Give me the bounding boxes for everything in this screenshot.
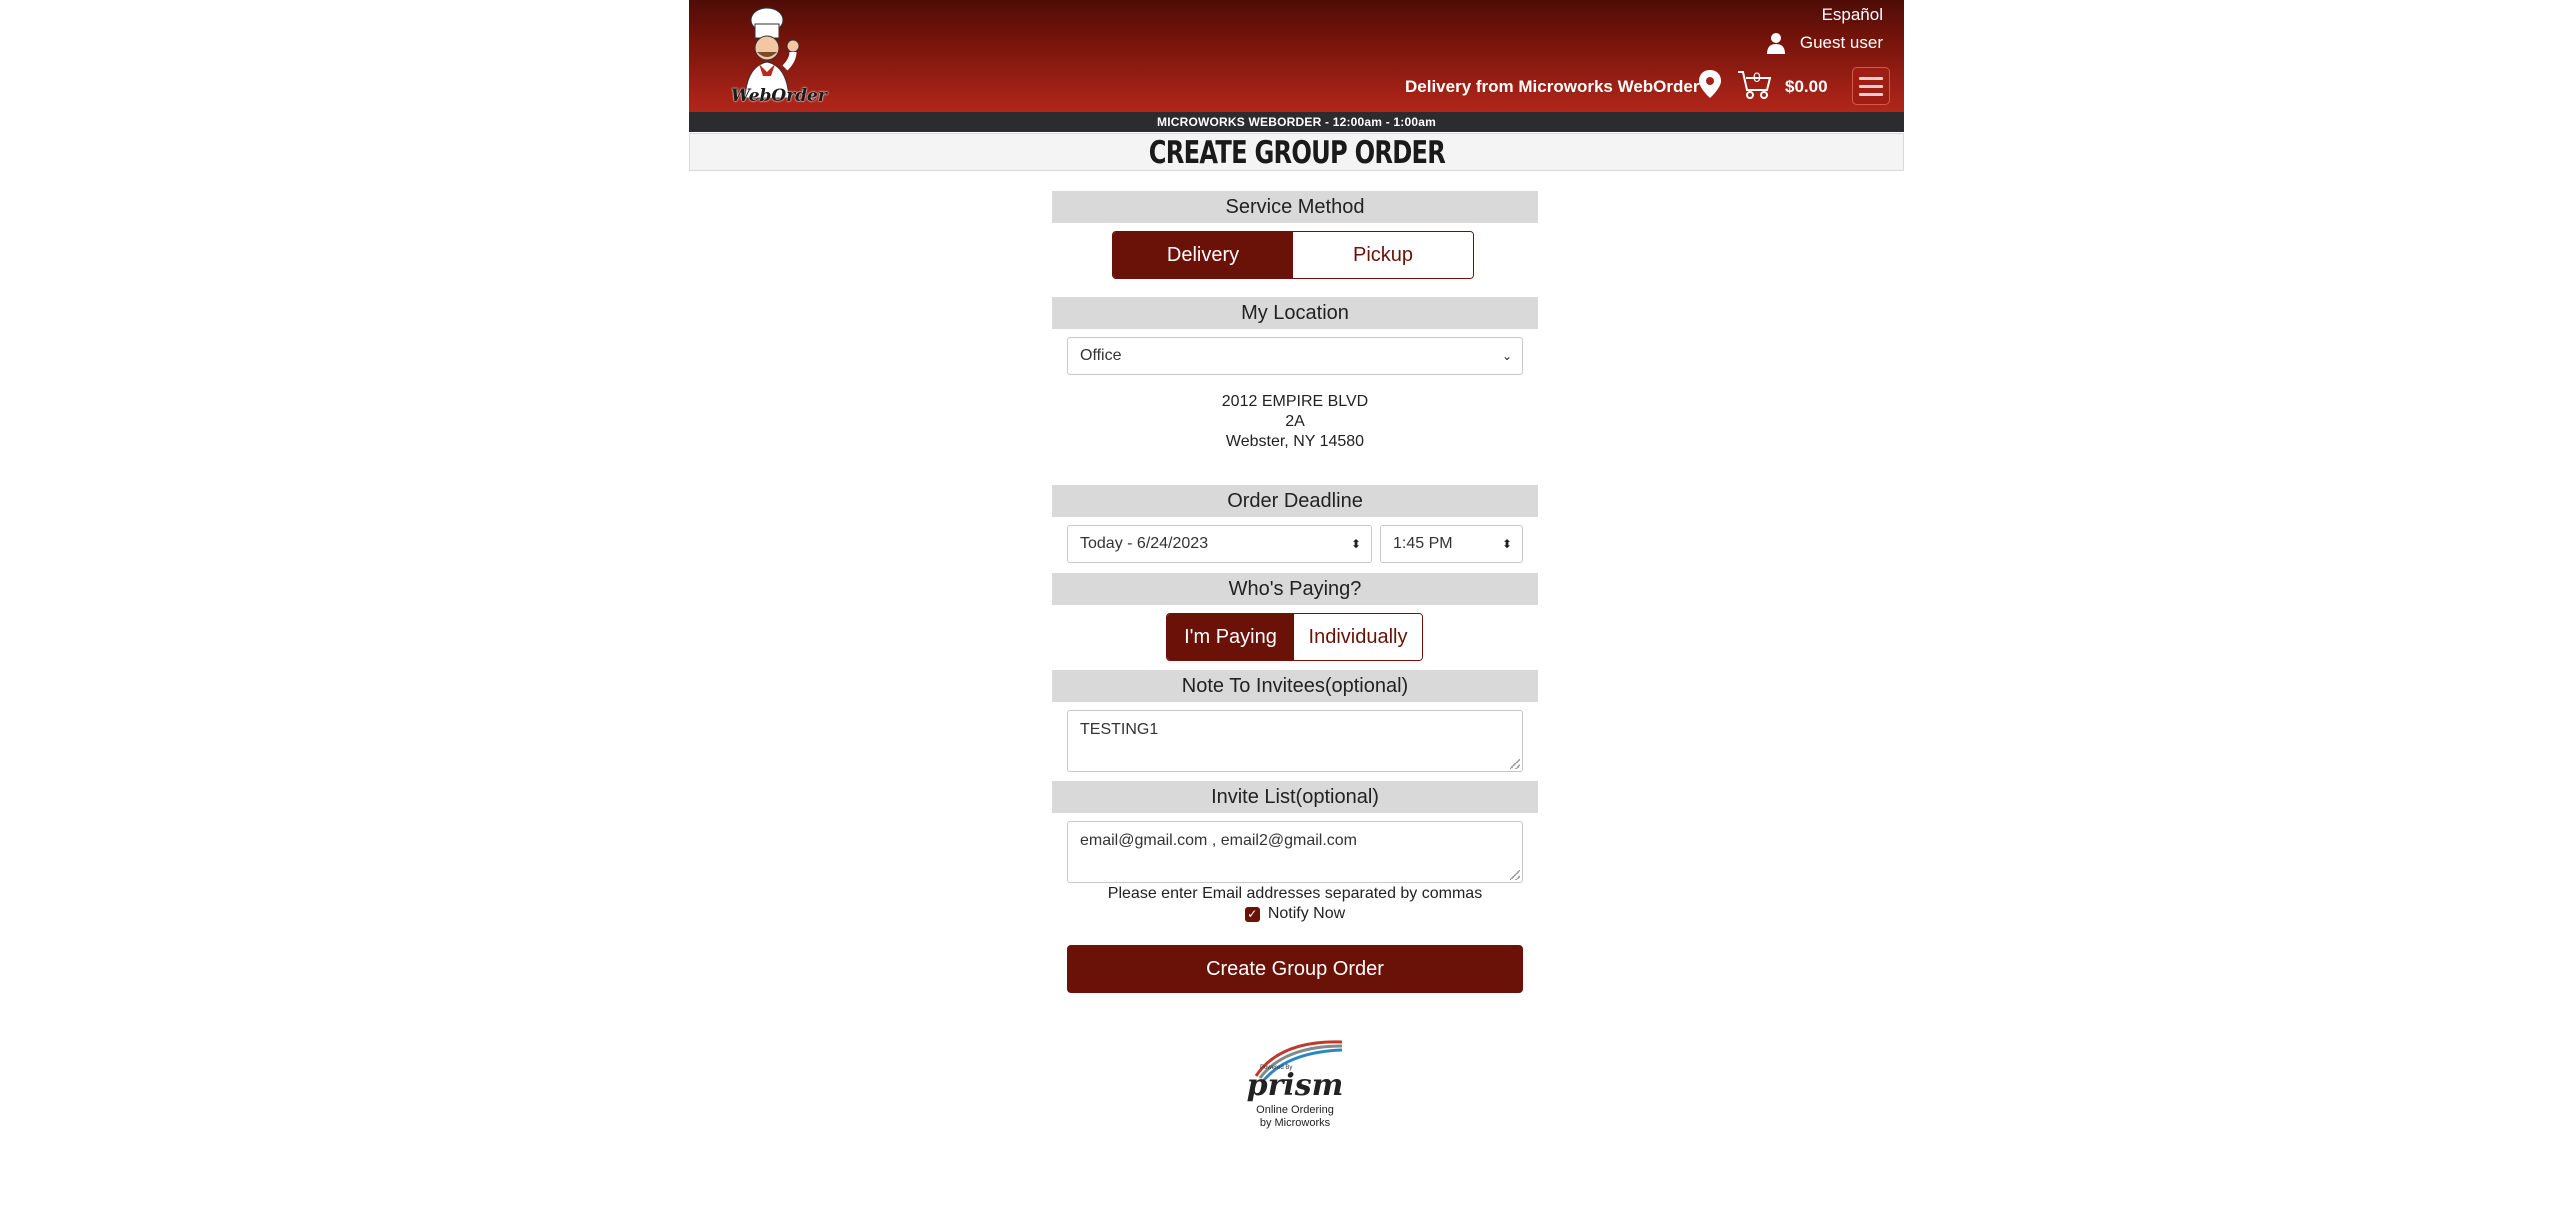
- deadline-date-select[interactable]: Today - 6/24/2023 ⬍: [1067, 525, 1372, 563]
- service-method-heading: Service Method: [1052, 191, 1538, 223]
- invite-list-textarea[interactable]: email@gmail.com , email2@gmail.com: [1067, 821, 1523, 883]
- language-link[interactable]: Español: [1822, 5, 1883, 25]
- hamburger-menu-icon[interactable]: [1852, 67, 1890, 105]
- footer-line2: by Microworks: [1259, 1117, 1331, 1129]
- invite-list-value: email@gmail.com , email2@gmail.com: [1080, 832, 1357, 849]
- map-pin-icon[interactable]: [1699, 70, 1721, 98]
- order-deadline-heading: Order Deadline: [1052, 485, 1538, 517]
- prism-footer-logo[interactable]: Powered By prism Online Ordering by Micr…: [1240, 1040, 1350, 1140]
- guest-user-label: Guest user: [1799, 33, 1883, 52]
- notify-now-label: Notify Now: [1267, 905, 1346, 922]
- chevron-down-icon: ⌄: [1501, 349, 1512, 363]
- updown-arrows-icon: ⬍: [1501, 537, 1512, 551]
- delivery-from-label[interactable]: Delivery from Microworks WebOrder: [1405, 77, 1699, 97]
- guest-user-link[interactable]: Guest user: [1766, 32, 1883, 54]
- note-value: TESTING1: [1080, 721, 1159, 738]
- create-group-order-button[interactable]: Create Group Order: [1067, 945, 1523, 993]
- im-paying-button[interactable]: I'm Paying: [1167, 614, 1294, 660]
- notify-now-row[interactable]: ✓ Notify Now: [1052, 905, 1538, 923]
- note-textarea[interactable]: TESTING1: [1067, 710, 1523, 772]
- prism-brand-text: prism: [1246, 1068, 1344, 1103]
- invite-hint: Please enter Email addresses separated b…: [1107, 885, 1483, 902]
- page-shell: WebOrder Español Guest user Delivery fro…: [689, 0, 1904, 171]
- location-select-value: Office: [1080, 347, 1122, 364]
- deadline-time-value: 1:45 PM: [1393, 535, 1453, 552]
- page-title-bar: CREATE GROUP ORDER: [689, 133, 1904, 171]
- payer-toggle: I'm Paying Individually: [1166, 613, 1423, 661]
- address-line3: Webster, NY 14580: [1225, 433, 1365, 450]
- store-hours-bar: MICROWORKS WEBORDER - 12:00am - 1:00am: [689, 112, 1904, 132]
- page-title: CREATE GROUP ORDER: [1148, 135, 1445, 171]
- cart-total[interactable]: $0.00: [1785, 77, 1828, 97]
- delivery-option-button[interactable]: Delivery: [1113, 232, 1293, 278]
- address-line2: 2A: [1285, 413, 1305, 430]
- deadline-time-select[interactable]: 1:45 PM ⬍: [1380, 525, 1523, 563]
- footer-line1: Online Ordering: [1256, 1104, 1334, 1116]
- user-icon: [1766, 33, 1785, 54]
- updown-arrows-icon: ⬍: [1350, 537, 1361, 551]
- notify-now-checkbox[interactable]: ✓: [1244, 906, 1260, 922]
- address-line1: 2012 EMPIRE BLVD: [1221, 393, 1369, 410]
- individually-button[interactable]: Individually: [1294, 614, 1422, 660]
- site-header: WebOrder Español Guest user Delivery fro…: [689, 0, 1904, 112]
- footer-credit: Online Ordering by Microworks: [1240, 1104, 1350, 1130]
- note-heading: Note To Invitees(optional): [1052, 670, 1538, 702]
- resize-handle-icon[interactable]: [1510, 759, 1520, 769]
- pickup-option-button[interactable]: Pickup: [1293, 232, 1473, 278]
- resize-handle-icon[interactable]: [1510, 870, 1520, 880]
- service-method-toggle: Delivery Pickup: [1112, 231, 1474, 279]
- address-block: 2012 EMPIRE BLVD 2A Webster, NY 14580: [1052, 392, 1538, 452]
- cart-count: 0: [1753, 69, 1761, 85]
- deadline-date-value: Today - 6/24/2023: [1080, 535, 1209, 552]
- invite-list-heading: Invite List(optional): [1052, 781, 1538, 813]
- logo-text: WebOrder: [731, 86, 827, 106]
- whos-paying-heading: Who's Paying?: [1052, 573, 1538, 605]
- my-location-heading: My Location: [1052, 297, 1538, 329]
- location-select[interactable]: Office ⌄: [1067, 337, 1523, 375]
